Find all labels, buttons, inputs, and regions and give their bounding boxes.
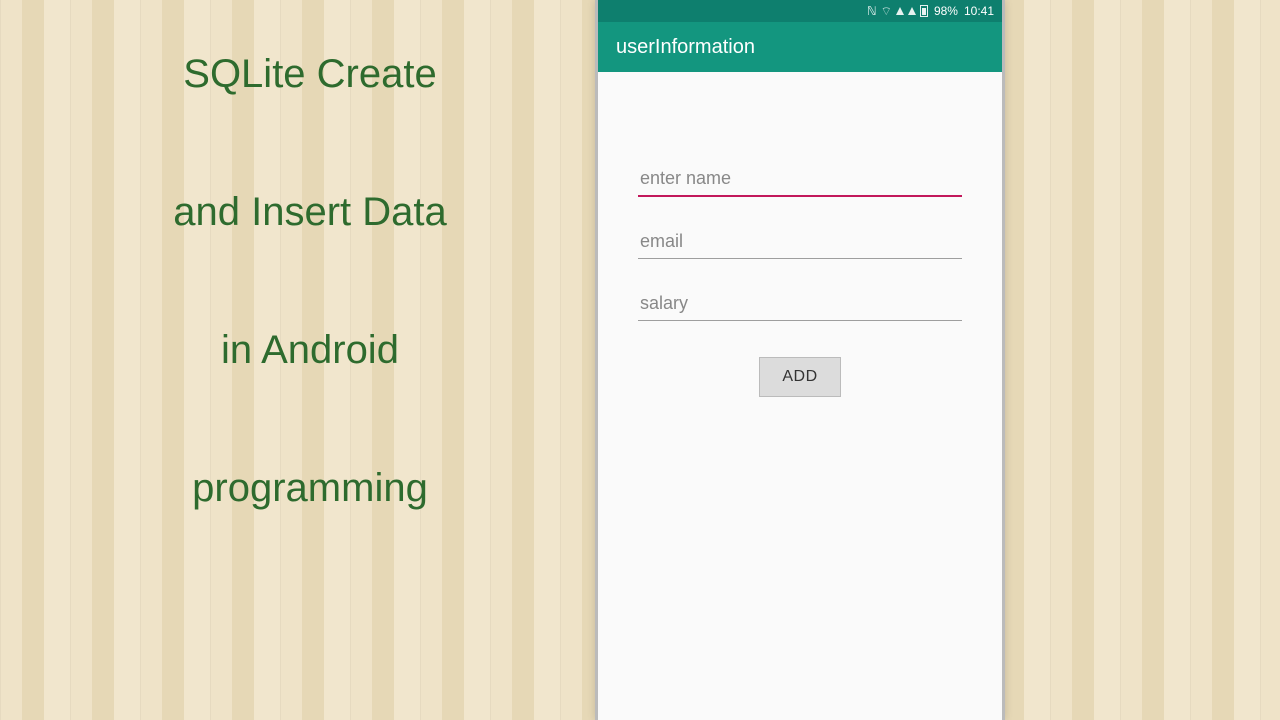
app-bar: userInformation — [598, 22, 1002, 72]
slide-line-1: SQLite Create — [60, 50, 560, 98]
nfc-icon: ℕ — [867, 4, 877, 18]
salary-field-wrapper — [638, 287, 962, 321]
status-bar: ℕ ⌔ 98% 10:41 — [598, 0, 1002, 22]
app-title: userInformation — [616, 36, 755, 59]
salary-input[interactable] — [638, 287, 962, 321]
status-icons: ℕ ⌔ — [867, 4, 928, 19]
slide-line-3: in Android — [60, 326, 560, 374]
email-input[interactable] — [638, 225, 962, 259]
clock: 10:41 — [964, 4, 994, 18]
signal-icon — [896, 4, 904, 18]
signal-icon-2 — [908, 4, 916, 18]
wifi-icon: ⌔ — [881, 4, 892, 19]
email-field-wrapper — [638, 225, 962, 259]
slide-title-block: SQLite Create and Insert Data in Android… — [60, 50, 560, 512]
phone-mock: ℕ ⌔ 98% 10:41 userInformation ADD — [595, 0, 1005, 720]
app-body: ADD — [598, 72, 1002, 720]
name-input[interactable] — [638, 162, 962, 197]
battery-percent: 98% — [934, 4, 958, 18]
add-button[interactable]: ADD — [759, 357, 840, 397]
slide-line-2: and Insert Data — [60, 188, 560, 236]
battery-icon — [920, 5, 928, 17]
slide-line-4: programming — [60, 464, 560, 512]
name-field-wrapper — [638, 162, 962, 197]
